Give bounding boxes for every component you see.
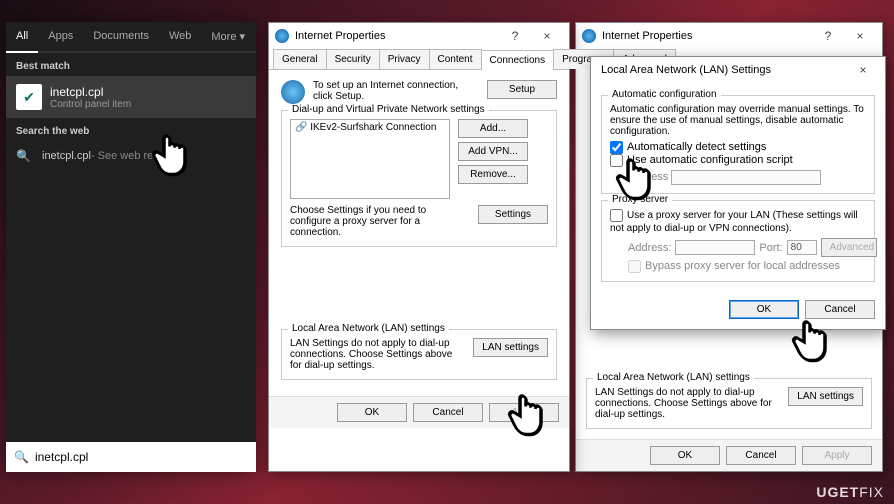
- help-button[interactable]: ?: [812, 29, 844, 43]
- dialog-footer: OK Cancel: [591, 294, 885, 325]
- vpn-group-title: Dial-up and Virtual Private Network sett…: [288, 104, 489, 115]
- search-input[interactable]: [35, 450, 248, 464]
- tab-privacy[interactable]: Privacy: [379, 49, 430, 69]
- bypass-label: Bypass proxy server for local addresses: [645, 260, 840, 272]
- proxy-port-label: Port:: [759, 242, 782, 254]
- search-web-result[interactable]: 🔍 inetcpl.cpl - See web results: [6, 141, 256, 171]
- auto-detect-label: Automatically detect settings: [627, 141, 766, 153]
- vpn-listbox[interactable]: 🔗 IKEv2-Surfshark Connection: [290, 119, 450, 199]
- cancel-button[interactable]: Cancel: [726, 446, 796, 465]
- auto-config-desc: Automatic configuration may override man…: [610, 104, 866, 137]
- lan-group: Local Area Network (LAN) settings LAN Se…: [586, 378, 872, 429]
- auto-detect-checkbox[interactable]: Automatically detect settings: [610, 141, 766, 153]
- search-web-heading: Search the web: [6, 118, 256, 141]
- search-tabs: All Apps Documents Web More ▾: [6, 22, 256, 53]
- properties-tabs: General Security Privacy Content Connect…: [269, 49, 569, 70]
- proxy-group: Proxy server Use a proxy server for your…: [601, 200, 875, 282]
- auto-config-group: Automatic configuration Automatic config…: [601, 95, 875, 194]
- dialog-title: Internet Properties: [602, 30, 812, 42]
- dialog-footer: OK Cancel Apply: [269, 396, 569, 428]
- search-tab-all[interactable]: All: [6, 22, 38, 53]
- auto-script-label: Use automatic configuration script: [627, 154, 793, 166]
- dialog-footer: OK Cancel Apply: [576, 439, 882, 471]
- script-address-input: [671, 170, 821, 185]
- proxy-port-input: [787, 240, 817, 255]
- settings-button[interactable]: Settings: [478, 205, 548, 224]
- dialog-body: Automatic configuration Automatic config…: [591, 83, 885, 294]
- address-label: Address: [628, 171, 668, 183]
- proxy-address-input: [675, 240, 755, 255]
- internet-icon: [275, 29, 289, 43]
- dialog-title: Internet Properties: [295, 30, 499, 42]
- lan-settings-button[interactable]: LAN settings: [788, 387, 863, 406]
- ok-button[interactable]: OK: [337, 403, 407, 422]
- ok-button[interactable]: OK: [650, 446, 720, 465]
- cancel-button[interactable]: Cancel: [805, 300, 875, 319]
- globe-icon: [281, 80, 305, 104]
- dialog-titlebar: Internet Properties ? ×: [576, 23, 882, 49]
- setup-desc: To set up an Internet connection, click …: [313, 80, 479, 102]
- apply-button[interactable]: Apply: [802, 446, 872, 465]
- control-panel-icon: ✔: [16, 84, 42, 110]
- dialog-body: To set up an Internet connection, click …: [269, 70, 569, 396]
- lan-desc: LAN Settings do not apply to dial-up con…: [290, 338, 465, 371]
- proxy-address-label: Address:: [628, 242, 671, 254]
- search-result-title: inetcpl.cpl: [50, 85, 131, 99]
- dialog-title: Local Area Network (LAN) Settings: [597, 64, 847, 76]
- close-icon[interactable]: ×: [847, 63, 879, 77]
- help-button[interactable]: ?: [499, 29, 531, 43]
- search-tab-documents[interactable]: Documents: [83, 22, 159, 51]
- internet-properties-dialog: Internet Properties ? × General Security…: [268, 22, 570, 472]
- lan-desc: LAN Settings do not apply to dial-up con…: [595, 387, 780, 420]
- lan-settings-dialog: Local Area Network (LAN) Settings × Auto…: [590, 56, 886, 330]
- setup-button[interactable]: Setup: [487, 80, 557, 99]
- watermark-right: FIX: [859, 484, 884, 500]
- search-result-inetcpl[interactable]: ✔ inetcpl.cpl Control panel item: [6, 76, 256, 118]
- tab-connections[interactable]: Connections: [481, 50, 555, 70]
- search-tab-apps[interactable]: Apps: [38, 22, 83, 51]
- search-icon: 🔍: [16, 149, 32, 163]
- search-web-text: inetcpl.cpl: [42, 150, 91, 162]
- vpn-item-label: IKEv2-Surfshark Connection: [310, 122, 436, 133]
- tab-security[interactable]: Security: [326, 49, 380, 69]
- add-vpn-button[interactable]: Add VPN...: [458, 142, 528, 161]
- cancel-button[interactable]: Cancel: [413, 403, 483, 422]
- internet-icon: [582, 29, 596, 43]
- search-icon: 🔍: [14, 450, 29, 464]
- search-tab-more[interactable]: More ▾: [201, 22, 255, 51]
- proxy-settings-desc: Choose Settings if you need to configure…: [290, 205, 470, 238]
- tab-general[interactable]: General: [273, 49, 327, 69]
- tab-content[interactable]: Content: [429, 49, 482, 69]
- remove-button[interactable]: Remove...: [458, 165, 528, 184]
- lan-group-title: Local Area Network (LAN) settings: [593, 372, 754, 383]
- advanced-button[interactable]: Advanced: [821, 238, 877, 257]
- search-tab-web[interactable]: Web: [159, 22, 201, 51]
- best-match-heading: Best match: [6, 53, 256, 76]
- dialog-titlebar: Local Area Network (LAN) Settings ×: [591, 57, 885, 83]
- watermark-left: UGET: [816, 484, 859, 500]
- search-input-bar: 🔍: [6, 442, 256, 472]
- auto-config-title: Automatic configuration: [608, 89, 721, 100]
- ok-button[interactable]: OK: [729, 300, 799, 319]
- lan-settings-button[interactable]: LAN settings: [473, 338, 548, 357]
- apply-button[interactable]: Apply: [489, 403, 559, 422]
- watermark: UGETFIX: [816, 484, 884, 500]
- close-icon[interactable]: ×: [844, 29, 876, 43]
- auto-script-checkbox[interactable]: Use automatic configuration script: [610, 154, 793, 166]
- proxy-group-title: Proxy server: [608, 194, 672, 205]
- search-result-subtitle: Control panel item: [50, 99, 131, 110]
- search-tab-more-label: More: [211, 31, 236, 43]
- lan-group: Local Area Network (LAN) settings LAN Se…: [281, 329, 557, 380]
- proxy-use-label: Use a proxy server for your LAN (These s…: [610, 210, 858, 234]
- windows-search-panel: All Apps Documents Web More ▾ Best match…: [6, 22, 256, 472]
- vpn-group: Dial-up and Virtual Private Network sett…: [281, 110, 557, 247]
- dialog-titlebar: Internet Properties ? ×: [269, 23, 569, 49]
- vpn-item[interactable]: 🔗 IKEv2-Surfshark Connection: [295, 122, 445, 133]
- search-web-suffix: - See web results: [91, 150, 176, 162]
- bypass-checkbox: Bypass proxy server for local addresses: [628, 260, 840, 272]
- lan-group-title: Local Area Network (LAN) settings: [288, 323, 449, 334]
- add-button[interactable]: Add...: [458, 119, 528, 138]
- proxy-use-checkbox[interactable]: Use a proxy server for your LAN (These s…: [610, 209, 858, 234]
- close-icon[interactable]: ×: [531, 29, 563, 43]
